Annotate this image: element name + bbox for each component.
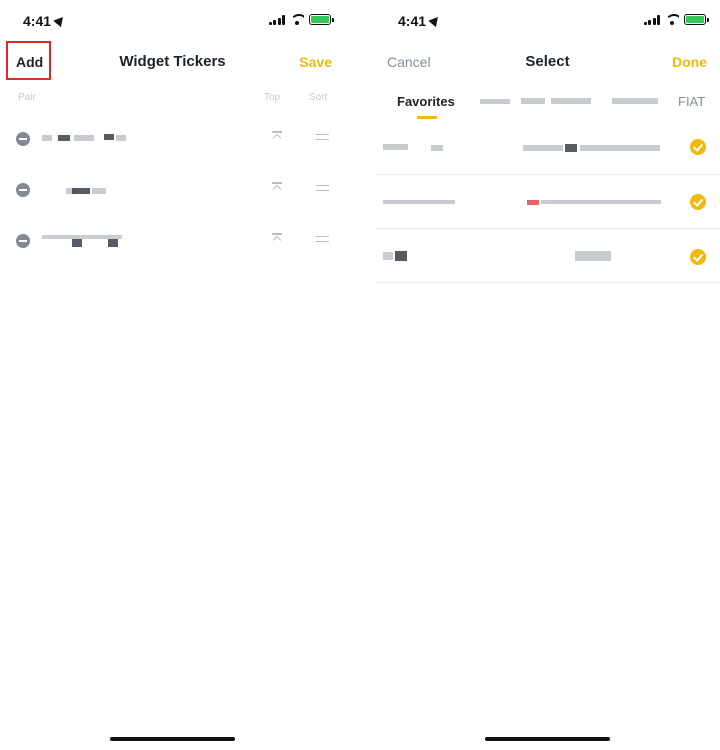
remove-icon[interactable] xyxy=(16,183,30,197)
redacted-text xyxy=(580,145,660,151)
nav-bar: Cancel Select Done xyxy=(375,44,720,80)
move-to-top-icon[interactable] xyxy=(271,233,283,245)
list-item[interactable] xyxy=(375,175,720,229)
drag-handle-icon[interactable] xyxy=(316,236,329,242)
redacted-text xyxy=(108,239,118,247)
column-header-top: Top xyxy=(264,92,281,103)
status-icons xyxy=(268,14,334,25)
redacted-text xyxy=(92,188,106,194)
save-button[interactable]: Save xyxy=(299,54,332,70)
tab-favorites[interactable]: Favorites xyxy=(397,94,455,109)
add-button-label: Add xyxy=(16,54,44,70)
redacted-text xyxy=(527,200,539,205)
redacted-text xyxy=(104,134,114,140)
column-headers: Pair Top Sort xyxy=(0,92,345,106)
active-tab-indicator xyxy=(417,116,437,119)
redacted-tab[interactable] xyxy=(521,98,545,104)
column-header-sort: Sort xyxy=(309,92,328,103)
status-bar: 4:41 xyxy=(375,0,720,44)
status-time: 4:41 xyxy=(23,13,67,29)
redacted-text xyxy=(383,252,393,260)
redacted-text xyxy=(383,200,455,204)
ticker-row xyxy=(0,176,345,206)
redacted-text xyxy=(74,135,94,141)
check-icon[interactable] xyxy=(690,139,706,155)
redacted-text xyxy=(523,145,563,151)
status-bar: 4:41 xyxy=(0,0,345,44)
move-to-top-icon[interactable] xyxy=(271,131,283,143)
select-screen: 4:41 Cancel Select Done Favorites FIAT xyxy=(375,0,720,750)
add-button[interactable]: Add xyxy=(6,41,51,80)
redacted-text xyxy=(565,144,577,152)
home-indicator xyxy=(485,737,610,741)
page-title: Select xyxy=(525,53,570,70)
redacted-text xyxy=(58,135,70,141)
ticker-row xyxy=(0,125,345,155)
ticker-row xyxy=(0,227,345,257)
redacted-tab[interactable] xyxy=(612,98,658,104)
redacted-text xyxy=(72,239,82,247)
redacted-text xyxy=(395,251,407,261)
redacted-text xyxy=(72,188,90,194)
redacted-tab[interactable] xyxy=(480,99,510,104)
nav-bar: Widget Tickers Save xyxy=(0,44,345,80)
redacted-text xyxy=(116,135,126,141)
redacted-text xyxy=(383,144,408,150)
check-icon[interactable] xyxy=(690,194,706,210)
location-arrow-icon xyxy=(428,13,442,28)
battery-icon xyxy=(684,14,709,25)
column-header-pair: Pair xyxy=(18,92,36,103)
status-time: 4:41 xyxy=(398,13,442,29)
list-item[interactable] xyxy=(375,229,720,283)
widget-tickers-screen: 4:41 Widget Tickers Save Add Pair Top So… xyxy=(0,0,345,750)
location-arrow-icon xyxy=(53,13,67,28)
done-button[interactable]: Done xyxy=(672,54,707,70)
status-icons xyxy=(643,14,709,25)
page-title: Widget Tickers xyxy=(119,53,226,70)
tab-fiat[interactable]: FIAT xyxy=(678,94,705,109)
drag-handle-icon[interactable] xyxy=(316,134,329,140)
status-time-text: 4:41 xyxy=(23,13,52,29)
redacted-text xyxy=(431,145,443,151)
cellular-signal-icon xyxy=(268,14,285,25)
redacted-text xyxy=(575,251,611,261)
home-indicator xyxy=(110,737,235,741)
check-icon[interactable] xyxy=(690,249,706,265)
redacted-tab[interactable] xyxy=(551,98,591,104)
list-item[interactable] xyxy=(375,121,720,175)
market-tabs: Favorites FIAT xyxy=(375,88,720,120)
remove-icon[interactable] xyxy=(16,234,30,248)
cellular-signal-icon xyxy=(643,14,660,25)
status-time-text: 4:41 xyxy=(398,13,427,29)
remove-icon[interactable] xyxy=(16,132,30,146)
move-to-top-icon[interactable] xyxy=(271,182,283,194)
drag-handle-icon[interactable] xyxy=(316,185,329,191)
wifi-icon xyxy=(290,14,304,25)
redacted-text xyxy=(42,135,52,141)
battery-icon xyxy=(309,14,334,25)
redacted-text xyxy=(541,200,661,204)
wifi-icon xyxy=(665,14,679,25)
